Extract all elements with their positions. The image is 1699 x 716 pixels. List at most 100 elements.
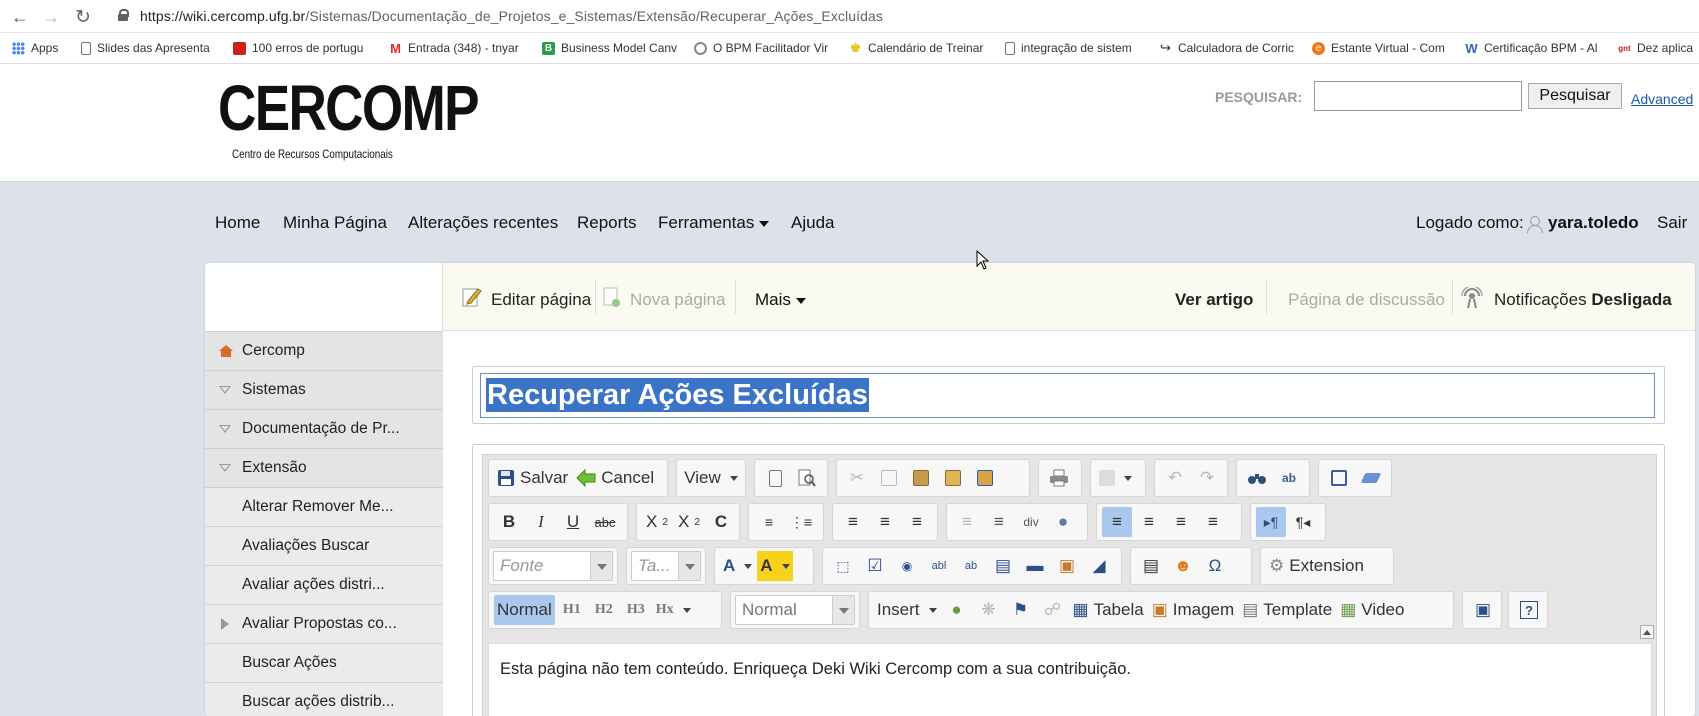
bookmark-apps[interactable]: Apps: [12, 41, 68, 55]
view-dropdown[interactable]: View: [682, 463, 740, 493]
table-button[interactable]: ▦ Tabela: [1070, 595, 1147, 625]
paste-word-icon[interactable]: [970, 463, 1000, 493]
bookmark-item[interactable]: integração de sistem: [1005, 41, 1141, 55]
globe-icon[interactable]: ●: [1048, 507, 1078, 537]
bookmark-item[interactable]: B Business Model Canv: [542, 41, 677, 55]
copy-icon[interactable]: [874, 463, 904, 493]
checkbox-icon[interactable]: ☑: [860, 551, 890, 581]
paste-icon[interactable]: [906, 463, 936, 493]
username-link[interactable]: yara.toledo: [1548, 213, 1639, 233]
expand-right-icon[interactable]: [219, 618, 231, 630]
bookmark-item[interactable]: e Estante Virtual - Com: [1312, 41, 1449, 55]
unlink-icon[interactable]: ❋: [974, 595, 1004, 625]
textarea-icon[interactable]: ab: [956, 551, 986, 581]
sidebar-item-buscar-acoes-distrib[interactable]: Buscar ações distrib...: [205, 682, 443, 716]
blockquote-icon[interactable]: ≡: [984, 507, 1014, 537]
align-right-button[interactable]: ≡: [1166, 507, 1196, 537]
sidebar-item-sistemas[interactable]: Sistemas: [205, 370, 443, 409]
notifications-toggle[interactable]: Notificações Desligada: [1494, 290, 1672, 310]
advanced-search-link[interactable]: Advanced: [1631, 91, 1693, 107]
sidebar-item-cercomp[interactable]: Cercomp: [205, 331, 443, 370]
select-all-icon[interactable]: [1324, 463, 1354, 493]
expand-down-icon[interactable]: [219, 384, 231, 396]
bulleted-list-icon[interactable]: ⋮≡: [786, 507, 816, 537]
bookmark-item[interactable]: Slides das Apresenta: [81, 41, 216, 55]
page-title-input[interactable]: Recuperar Ações Excluídas: [480, 373, 1655, 418]
align-center-button[interactable]: ≡: [1134, 507, 1164, 537]
url-field[interactable]: https://wiki.cercomp.ufg.br/Sistemas/Doc…: [140, 8, 883, 24]
rtl-button[interactable]: ¶◂: [1288, 507, 1318, 537]
eraser-icon[interactable]: [1356, 463, 1386, 493]
nav-recent-changes[interactable]: Alterações recentes: [408, 213, 558, 233]
bookmark-item[interactable]: O BPM Facilitador Vir: [694, 41, 831, 55]
discussion-tab[interactable]: Página de discussão: [1288, 290, 1445, 310]
indent-icon[interactable]: ≡: [870, 507, 900, 537]
font-select[interactable]: Fonte: [493, 551, 613, 581]
bookmark-item[interactable]: ♚ Calendário de Treinar: [849, 41, 986, 55]
edit-page-button[interactable]: Editar página: [491, 290, 591, 310]
maximize-icon[interactable]: ▣: [1468, 595, 1498, 625]
background-color-dropdown[interactable]: A: [757, 551, 793, 581]
text-color-dropdown[interactable]: A: [720, 551, 755, 581]
sidebar-item-avaliar-propostas[interactable]: Avaliar Propostas co...: [205, 604, 443, 643]
view-article-tab[interactable]: Ver artigo: [1175, 290, 1253, 310]
video-button[interactable]: ▦ Video: [1337, 595, 1407, 625]
nav-tools-dropdown[interactable]: Ferramentas: [658, 213, 769, 233]
size-select[interactable]: Ta...: [631, 551, 701, 581]
div-icon[interactable]: div: [1016, 507, 1046, 537]
image-button-icon[interactable]: ▣: [1052, 551, 1082, 581]
bookmark-item[interactable]: ↪ Calculadora de Corric: [1159, 41, 1296, 55]
bookmark-item[interactable]: W Certificação BPM - Al: [1465, 41, 1603, 55]
bold-button[interactable]: B: [494, 507, 524, 537]
code-button[interactable]: C: [706, 507, 736, 537]
forward-arrow-icon[interactable]: →: [39, 5, 63, 29]
find-icon[interactable]: [1242, 463, 1272, 493]
expand-down-icon[interactable]: [219, 462, 231, 474]
italic-button[interactable]: I: [526, 507, 556, 537]
editor-content-area[interactable]: Esta página não tem conteúdo. Enriqueça …: [488, 643, 1652, 716]
bookmark-item[interactable]: gnt Dez aplica: [1618, 41, 1699, 55]
insert-dropdown[interactable]: Insert: [874, 595, 940, 625]
sidebar-item-extensao[interactable]: Extensão: [205, 448, 443, 487]
special-char-icon[interactable]: Ω: [1200, 551, 1230, 581]
new-page-button[interactable]: Nova página: [630, 290, 725, 310]
reload-icon[interactable]: ↻: [71, 5, 95, 29]
expand-down-icon[interactable]: [219, 423, 231, 435]
logout-link[interactable]: Sair: [1657, 213, 1687, 233]
select-field-icon[interactable]: ▤: [988, 551, 1018, 581]
search-button[interactable]: Pesquisar: [1528, 83, 1622, 109]
cut-icon[interactable]: ✂: [842, 463, 872, 493]
redo-icon[interactable]: ↷: [1192, 463, 1222, 493]
template-button[interactable]: ▤ Template: [1239, 595, 1335, 625]
help-icon[interactable]: ?: [1514, 595, 1544, 625]
anchor-flag-icon[interactable]: ⚑: [1006, 595, 1036, 625]
paste-text-icon[interactable]: [938, 463, 968, 493]
replace-icon[interactable]: ab: [1274, 463, 1304, 493]
smiley-icon[interactable]: ☻: [1168, 551, 1198, 581]
underline-button[interactable]: U: [558, 507, 588, 537]
align-left-button[interactable]: ≡: [1102, 507, 1132, 537]
heading-1-button[interactable]: H1: [557, 595, 587, 625]
undo-icon[interactable]: ↶: [1160, 463, 1190, 493]
style-select[interactable]: Normal: [735, 595, 855, 625]
subscript-button[interactable]: X2: [642, 507, 672, 537]
textfield-icon[interactable]: abl: [924, 551, 954, 581]
nav-help[interactable]: Ajuda: [791, 213, 834, 233]
image-link-icon[interactable]: ●: [942, 595, 972, 625]
ltr-button[interactable]: ▸¶: [1256, 507, 1286, 537]
collapse-toolbar-icon[interactable]: [1640, 625, 1654, 639]
heading-2-button[interactable]: H2: [589, 595, 619, 625]
nav-home[interactable]: Home: [215, 213, 260, 233]
bookmark-item[interactable]: 100 erros de portugu: [233, 41, 369, 55]
preview-icon[interactable]: [792, 463, 822, 493]
button-field-icon[interactable]: ▬: [1020, 551, 1050, 581]
heading-3-button[interactable]: H3: [621, 595, 651, 625]
save-button[interactable]: Salvar: [494, 463, 571, 493]
sidebar-item-avaliacoes-buscar[interactable]: Avaliações Buscar: [205, 526, 443, 565]
more-dropdown[interactable]: Mais: [755, 290, 806, 310]
hanging-indent-icon[interactable]: ≡: [902, 507, 932, 537]
spellcheck-dropdown[interactable]: [1096, 463, 1135, 493]
sidebar-item-avaliar-acoes[interactable]: Avaliar ações distri...: [205, 565, 443, 604]
bookmark-item[interactable]: M Entrada (348) - tnyar: [389, 41, 525, 55]
sidebar-item-alterar-remover[interactable]: Alterar Remover Me...: [205, 487, 443, 526]
